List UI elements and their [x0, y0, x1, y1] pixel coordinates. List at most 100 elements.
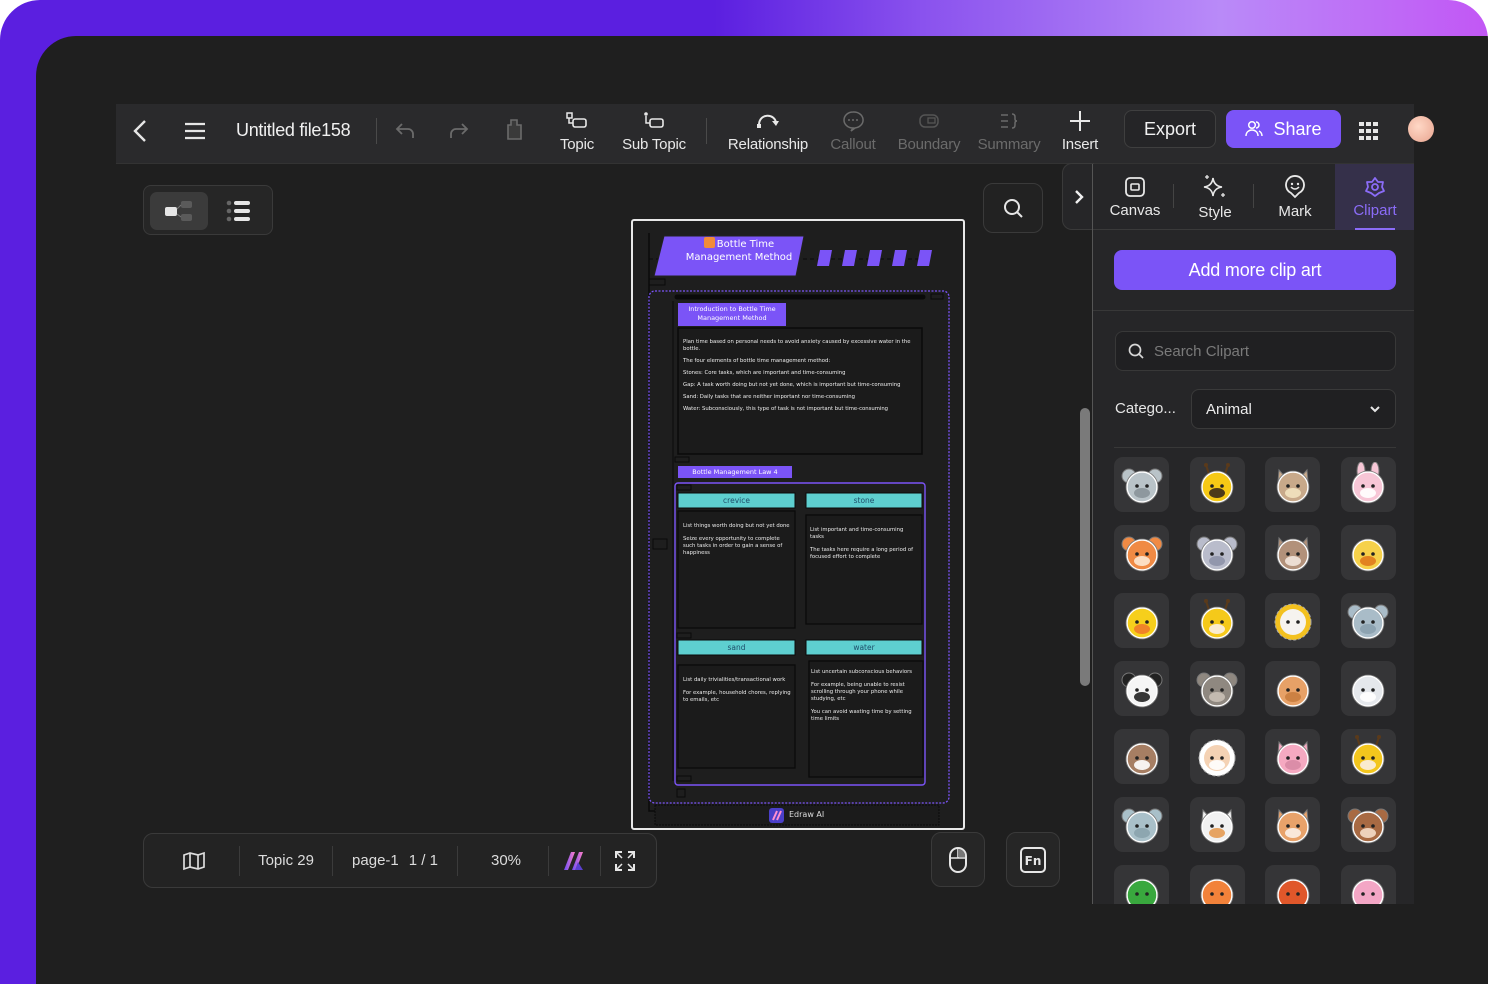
- vertical-scrollbar[interactable]: [1080, 408, 1090, 686]
- clipart-crab[interactable]: [1189, 865, 1245, 904]
- quadrant-sand-label[interactable]: sand: [678, 641, 795, 654]
- export-button[interactable]: Export: [1124, 110, 1216, 148]
- function-keys-button[interactable]: Fn: [1006, 832, 1060, 887]
- canvas-page[interactable]: Bottle Time Management Method Introducti…: [631, 219, 965, 830]
- clipart-search-field[interactable]: [1115, 331, 1396, 371]
- dog-icon: [1276, 674, 1309, 707]
- clipart-cat[interactable]: [1189, 797, 1245, 852]
- law-heading[interactable]: Bottle Management Law 4: [680, 467, 790, 477]
- root-topic[interactable]: Bottle Time Management Method: [685, 237, 793, 264]
- topic-tool[interactable]: Topic: [554, 108, 600, 160]
- clipart-hippo[interactable]: [1114, 457, 1169, 512]
- mind-map-view-button[interactable]: [150, 192, 208, 230]
- relationship-icon: [755, 108, 781, 134]
- mouse-mode-button[interactable]: [931, 832, 985, 887]
- clipart-search-input[interactable]: [1154, 342, 1374, 360]
- insert-tool[interactable]: Insert: [1058, 108, 1102, 160]
- menu-button[interactable]: [182, 118, 208, 144]
- page-selector[interactable]: page-1 1 / 1: [340, 834, 450, 887]
- apps-grid-icon: [1359, 122, 1378, 140]
- monkey-icon: [1347, 808, 1389, 843]
- quadrant-crevice-label[interactable]: crevice: [678, 494, 795, 507]
- clipart-mouse[interactable]: [1189, 525, 1245, 580]
- clipart-hedgehog[interactable]: [1189, 729, 1245, 784]
- clipart-cow[interactable]: [1265, 457, 1320, 512]
- canvas-icon: [1125, 176, 1145, 197]
- user-avatar[interactable]: [1408, 116, 1434, 142]
- clipart-lion[interactable]: [1265, 593, 1320, 648]
- relationship-tool[interactable]: Relationship: [724, 108, 812, 160]
- quadrant-stone-body[interactable]: List important and time-consuming tasks …: [810, 527, 918, 561]
- mouse-icon: [949, 846, 967, 873]
- clipart-bear[interactable]: [1189, 661, 1245, 716]
- clipart-fox[interactable]: [1265, 797, 1320, 852]
- minimap-button[interactable]: [164, 834, 224, 887]
- active-tab-indicator: [1355, 228, 1395, 230]
- canvas-search-button[interactable]: [983, 183, 1043, 233]
- fullscreen-button[interactable]: [606, 834, 644, 887]
- edraw-ai-icon: [564, 851, 583, 870]
- smiley-pin-icon: [1285, 174, 1305, 198]
- clipart-deer[interactable]: [1189, 593, 1245, 648]
- clipart-owl[interactable]: [1114, 729, 1169, 784]
- clipart-frog[interactable]: [1114, 865, 1169, 904]
- topic-count: Topic 29: [258, 852, 314, 869]
- collapse-panel-button[interactable]: [1062, 163, 1094, 230]
- subtopic-tool[interactable]: Sub Topic: [616, 108, 692, 160]
- app-screen: Untitled file158 Topic Sub Topic Relatio…: [36, 36, 1488, 984]
- share-button[interactable]: Share: [1226, 110, 1341, 148]
- clipart-koala[interactable]: [1114, 797, 1169, 852]
- summary-tool[interactable]: Summary: [972, 108, 1046, 160]
- clipart-giraffe[interactable]: [1340, 729, 1396, 784]
- edraw-ai-button[interactable]: [554, 834, 594, 887]
- back-button[interactable]: [128, 118, 154, 144]
- redo-button[interactable]: [446, 118, 472, 144]
- add-more-clipart-button[interactable]: Add more clip art: [1114, 250, 1396, 290]
- app-window: Untitled file158 Topic Sub Topic Relatio…: [116, 104, 1434, 904]
- clipart-dog[interactable]: [1265, 661, 1320, 716]
- device-frame: Untitled file158 Topic Sub Topic Relatio…: [0, 0, 1488, 984]
- clipart-chick[interactable]: [1340, 525, 1396, 580]
- clipart-octopus[interactable]: [1340, 865, 1396, 904]
- category-select[interactable]: Animal: [1191, 389, 1396, 429]
- search-icon: [1128, 343, 1144, 359]
- intro-body[interactable]: Plan time based on personal needs to avo…: [683, 339, 919, 413]
- clipart-pig[interactable]: [1265, 729, 1320, 784]
- format-painter-button[interactable]: [502, 116, 528, 144]
- callout-tool[interactable]: Callout: [826, 108, 880, 160]
- boundary-tool[interactable]: Boundary: [894, 108, 964, 160]
- clipart-panda[interactable]: [1114, 661, 1169, 716]
- clipart-monkey[interactable]: [1340, 797, 1396, 852]
- flower-icon: [1365, 176, 1385, 197]
- clipart-rabbit[interactable]: [1340, 457, 1396, 512]
- clipart-donkey[interactable]: [1265, 525, 1320, 580]
- mouse-icon: [1196, 536, 1238, 571]
- clipart-tiger[interactable]: [1114, 525, 1169, 580]
- quadrant-sand-body[interactable]: List daily trivialities/transactional wo…: [683, 677, 793, 704]
- zoom-level[interactable]: 30%: [464, 834, 548, 887]
- root-topic-icon: [703, 237, 715, 248]
- intro-heading[interactable]: Introduction to Bottle Time Management M…: [680, 305, 784, 323]
- clipart-duck[interactable]: [1114, 593, 1169, 648]
- clipart-bee[interactable]: [1189, 457, 1245, 512]
- quadrant-water-body[interactable]: List uncertain subconscious behaviors Fo…: [811, 669, 921, 723]
- undo-button[interactable]: [392, 118, 418, 144]
- quadrant-water-label[interactable]: water: [806, 641, 922, 654]
- clipart-shrimp[interactable]: [1265, 865, 1320, 904]
- tab-style[interactable]: Style: [1175, 164, 1255, 230]
- outline-view-button[interactable]: [210, 192, 268, 230]
- quadrant-crevice-body[interactable]: List things worth doing but not yet done…: [683, 523, 791, 557]
- right-panel: Canvas Style Mark Clipart Add more clip …: [1092, 164, 1414, 904]
- donkey-icon: [1276, 536, 1309, 571]
- view-toggle: [143, 185, 273, 235]
- tab-canvas[interactable]: Canvas: [1095, 164, 1175, 230]
- hedgehog-icon: [1198, 739, 1236, 776]
- file-title[interactable]: Untitled file158: [236, 120, 351, 141]
- clipart-elephant[interactable]: [1340, 593, 1396, 648]
- clipart-sheep[interactable]: [1340, 661, 1396, 716]
- fox-icon: [1276, 808, 1309, 843]
- apps-button[interactable]: [1356, 118, 1382, 144]
- tab-mark[interactable]: Mark: [1255, 164, 1335, 230]
- quadrant-stone-label[interactable]: stone: [806, 494, 922, 507]
- tab-clipart[interactable]: Clipart: [1335, 164, 1414, 230]
